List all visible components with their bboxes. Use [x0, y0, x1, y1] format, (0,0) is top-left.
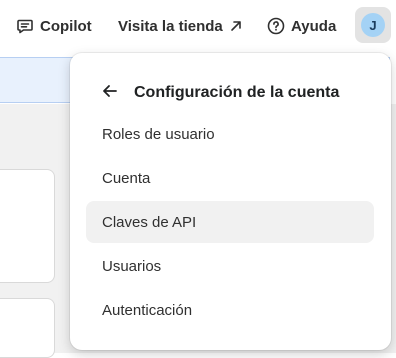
- menu-header: Configuración de la cuenta: [100, 81, 339, 105]
- menu-item-label: Claves de API: [102, 213, 197, 231]
- chat-icon: [16, 17, 34, 35]
- back-arrow-icon[interactable]: [100, 81, 120, 106]
- external-arrow-icon: [229, 19, 243, 33]
- menu-item-label: Roles de usuario: [102, 125, 215, 143]
- menu-item-label: Autenticación: [102, 301, 193, 319]
- store-label: Visita la tienda: [118, 17, 223, 35]
- account-settings-menu: Configuración de la cuenta Roles de usua…: [70, 53, 391, 350]
- account-menu-button[interactable]: J: [355, 7, 391, 43]
- help-icon: [267, 17, 285, 35]
- content-card: [0, 169, 55, 283]
- help-label: Ayuda: [291, 17, 337, 35]
- menu-item-account[interactable]: Cuenta: [86, 157, 374, 199]
- avatar: J: [361, 13, 385, 37]
- top-bar: Copilot Visita la tienda Ayuda J: [0, 0, 396, 52]
- help-button[interactable]: Ayuda: [267, 14, 336, 38]
- menu-item-user-roles[interactable]: Roles de usuario: [86, 113, 374, 155]
- menu-item-api-keys[interactable]: Claves de API: [86, 201, 374, 243]
- copilot-button[interactable]: Copilot: [16, 14, 92, 38]
- menu-item-users[interactable]: Usuarios: [86, 245, 374, 287]
- menu-item-authentication[interactable]: Autenticación: [86, 289, 374, 331]
- visit-store-link[interactable]: Visita la tienda: [118, 14, 243, 38]
- content-card: [0, 298, 55, 358]
- menu-item-label: Cuenta: [102, 169, 151, 187]
- menu-item-label: Usuarios: [102, 257, 162, 275]
- menu-title: Configuración de la cuenta: [134, 84, 340, 101]
- copilot-label: Copilot: [40, 17, 92, 35]
